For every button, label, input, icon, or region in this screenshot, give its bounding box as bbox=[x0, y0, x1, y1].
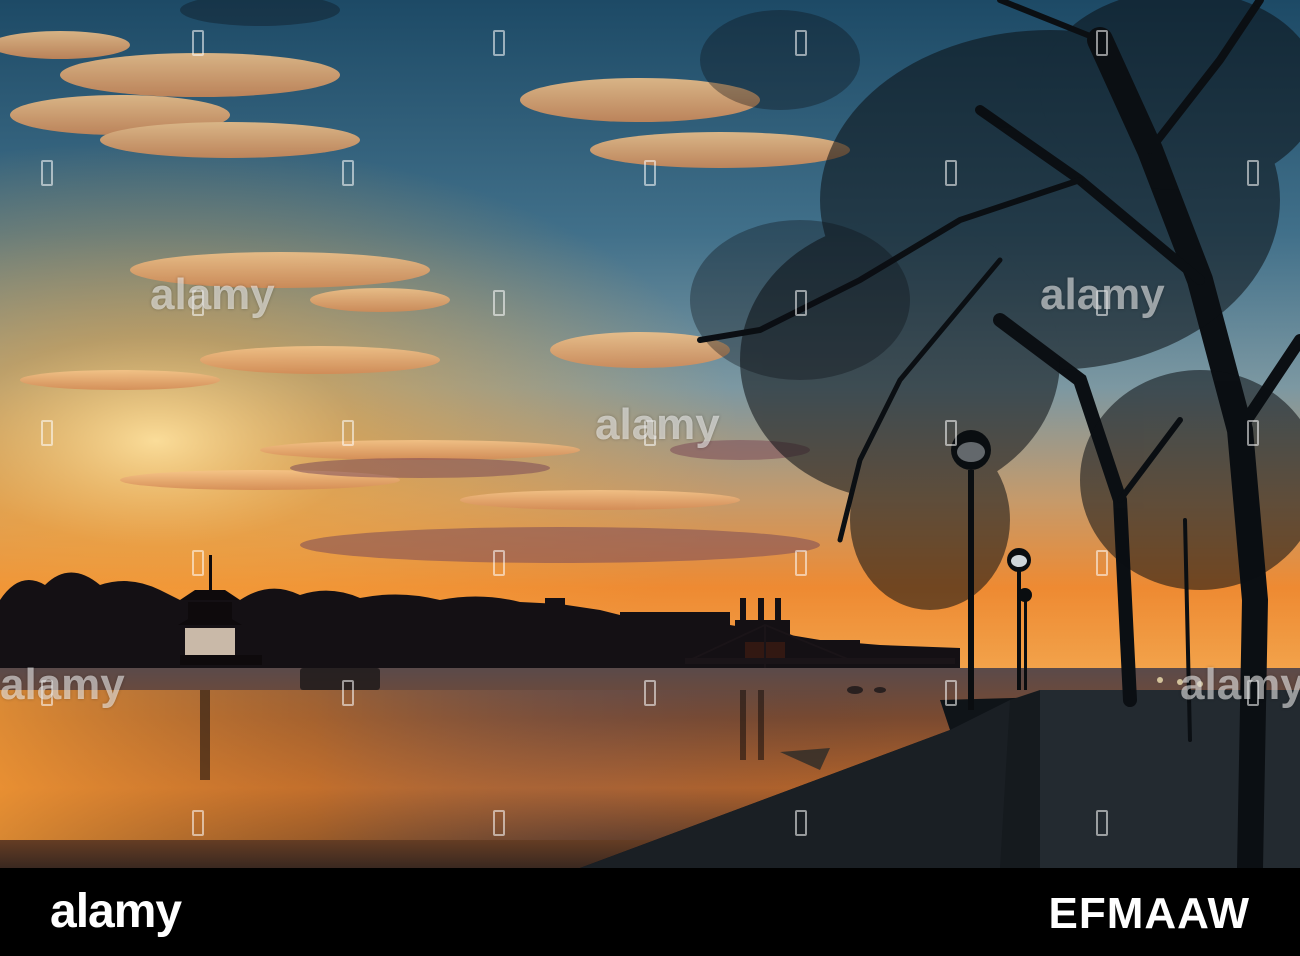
alamy-logo: alamy bbox=[50, 885, 182, 938]
image-id: EFMAAW bbox=[1048, 889, 1250, 938]
sunset-river-photo: alamy alamy alamy alamy alamy bbox=[0, 0, 1300, 868]
photo-canvas bbox=[0, 0, 1300, 868]
stock-photo: alamy alamy alamy alamy alamy alamy EFMA… bbox=[0, 0, 1300, 956]
footer-bar: alamy EFMAAW bbox=[0, 868, 1300, 956]
